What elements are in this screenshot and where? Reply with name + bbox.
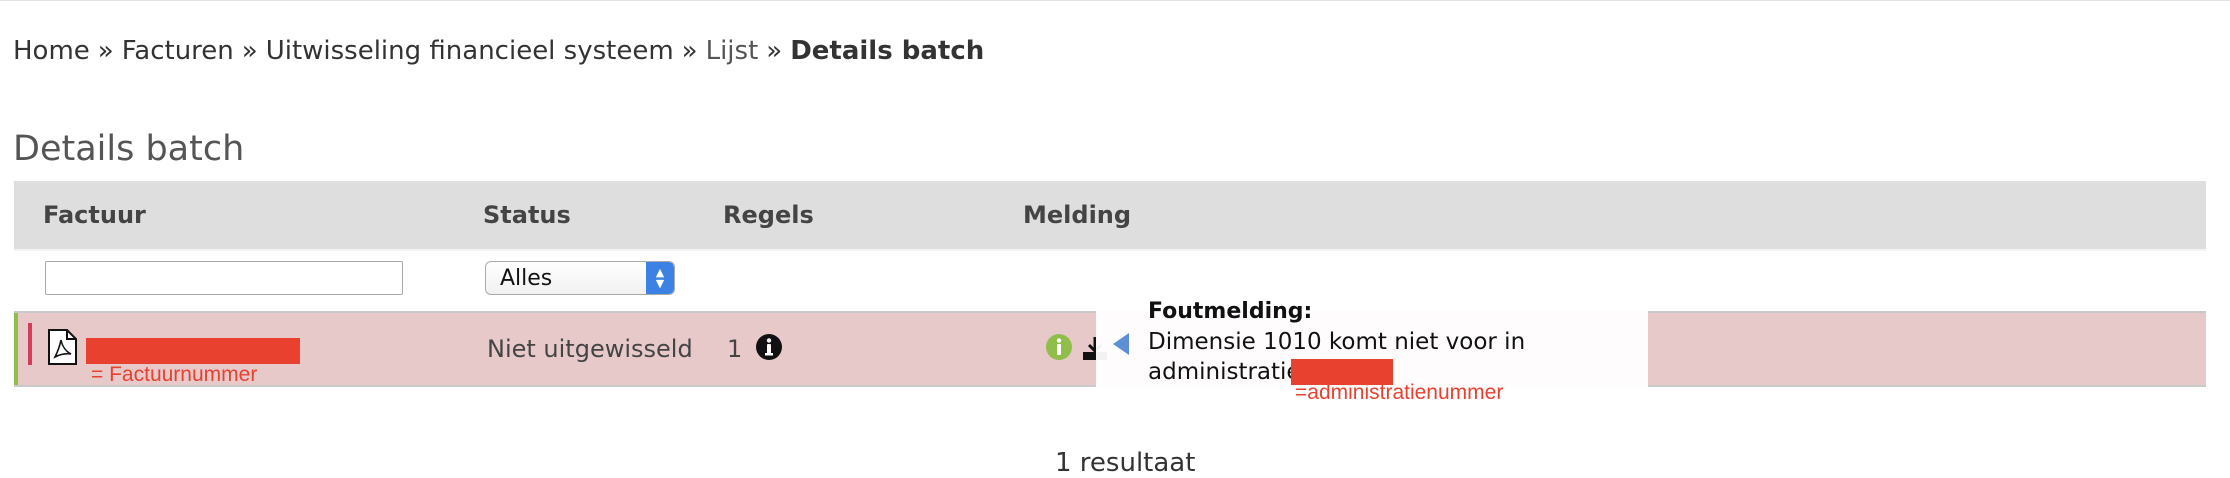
row-status-marker (14, 313, 18, 385)
top-divider (0, 0, 2230, 1)
pdf-icon[interactable] (46, 329, 78, 365)
table-header: Factuur Status Regels Melding (14, 181, 2206, 249)
breadcrumb-separator: » (681, 36, 698, 66)
row-status: Niet uitgewisseld (487, 335, 693, 363)
header-divider (14, 249, 2206, 251)
column-header-melding[interactable]: Melding (1023, 201, 1131, 229)
breadcrumb-separator: » (97, 36, 114, 66)
chevron-down-icon: ▼ (655, 277, 665, 290)
breadcrumb-separator: » (766, 36, 783, 66)
breadcrumb-facturen[interactable]: Facturen (122, 36, 234, 66)
column-header-factuur[interactable]: Factuur (43, 201, 146, 229)
breadcrumb-lijst[interactable]: Lijst (706, 36, 759, 66)
status-filter-select[interactable]: Alles ▲ ▼ (485, 261, 675, 295)
status-filter-value: Alles (500, 266, 553, 291)
column-header-status[interactable]: Status (483, 201, 571, 229)
tooltip-arrow-icon (1113, 333, 1129, 355)
select-arrows-icon: ▲ ▼ (646, 262, 674, 294)
breadcrumb-current: Details batch (790, 36, 985, 66)
redacted-invoice-number[interactable] (86, 338, 300, 364)
breadcrumb-home[interactable]: Home (13, 36, 90, 66)
breadcrumb: Home» Facturen» Uitwisseling financieel sy… (13, 36, 984, 66)
green-info-icon[interactable] (1045, 333, 1073, 361)
pagination-summary: 1 resultaat (1055, 448, 1196, 478)
breadcrumb-separator: » (241, 36, 258, 66)
tooltip-message-prefix: administratie (1148, 359, 1301, 385)
column-header-regels[interactable]: Regels (723, 201, 814, 229)
tooltip-message-line: Dimensie 1010 komt niet voor in (1148, 329, 1526, 355)
breadcrumb-uitwisseling[interactable]: Uitwisseling financieel systeem (266, 36, 674, 66)
tooltip-title: Foutmelding: (1148, 299, 1313, 324)
page-title: Details batch (13, 129, 245, 170)
row-error-marker (28, 323, 32, 365)
administration-number-annotation: =administratienummer (1295, 381, 1504, 404)
row-regels-count: 1 (727, 335, 743, 363)
invoice-number-annotation: = Factuurnummer (91, 363, 258, 386)
info-icon[interactable] (755, 333, 783, 361)
factuur-filter-input[interactable] (45, 261, 403, 295)
